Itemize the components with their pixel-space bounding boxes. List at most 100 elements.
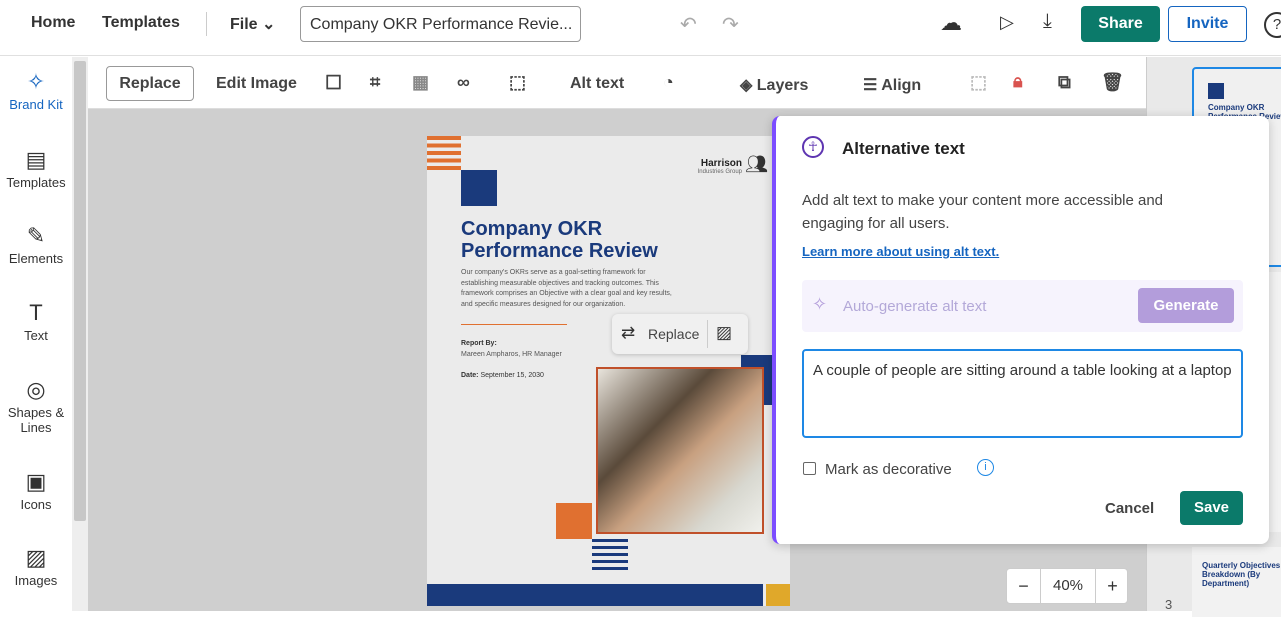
cancel-button[interactable]: Cancel xyxy=(1105,500,1154,517)
sidebar-label: Images xyxy=(14,573,58,588)
sidebar-label: Brand Kit xyxy=(9,97,63,112)
company-logo: Harrison Industries Group xyxy=(698,158,742,175)
sidebar-label: Text xyxy=(24,328,48,343)
sidebar-item-images[interactable]: ▨ Images xyxy=(0,545,72,588)
image-toolbar: Replace Edit Image ☐ ⌗ ▦ ∞ ⬚ Alt text ◔ … xyxy=(88,57,1146,109)
present-icon[interactable]: ▷ xyxy=(1000,12,1014,33)
edit-image-button[interactable]: Edit Image xyxy=(216,75,297,93)
home-link[interactable]: Home xyxy=(31,14,75,32)
popup-replace-button[interactable]: Replace xyxy=(648,326,699,342)
resize-icon[interactable]: ⬚ xyxy=(509,72,526,93)
orange-square xyxy=(556,503,592,539)
cloud-sync-icon[interactable]: ☁ xyxy=(940,10,962,36)
download-icon[interactable]: ⤓ xyxy=(1043,10,1052,33)
sidebar-item-icons[interactable]: ▣ Icons xyxy=(0,469,72,512)
title-line: Performance Review xyxy=(461,240,658,262)
border-icon[interactable]: ☐ xyxy=(325,72,342,95)
generate-button[interactable]: Generate xyxy=(1138,288,1234,323)
zoom-out-button[interactable]: − xyxy=(1007,569,1041,603)
dialog-description: Add alt text to make your content more a… xyxy=(802,192,1164,232)
sidebar-label: Templates xyxy=(6,175,66,190)
sidebar-item-brand-kit[interactable]: ✧ Brand Kit xyxy=(0,69,72,112)
replace-popup: ⇄ Replace ▨ xyxy=(612,314,748,354)
sidebar-label: Icons xyxy=(20,497,52,512)
sidebar-label: Elements xyxy=(8,251,64,266)
image-icon: ▨ xyxy=(25,545,47,570)
date: Date: September 15, 2030 xyxy=(461,372,544,379)
shapes-icon: ◎ xyxy=(26,377,46,402)
report-by-label: Report By: xyxy=(461,340,497,347)
swap-icon: ⇄ xyxy=(621,323,636,342)
briefcase-icon: ▣ xyxy=(25,469,47,494)
sidebar-item-text[interactable]: T Text xyxy=(0,300,72,343)
zoom-control: − 40% + xyxy=(1006,568,1128,604)
alt-text-button[interactable]: Alt text xyxy=(570,75,624,93)
document-title-input[interactable]: Company OKR Performance Revie... xyxy=(300,6,581,42)
people-icon: 👥︎ xyxy=(745,154,768,174)
divider xyxy=(461,324,567,325)
crop-icon[interactable]: ⌗ xyxy=(370,72,380,93)
edit-image-icon[interactable]: ▨ xyxy=(716,323,732,343)
alt-text-textarea[interactable]: A couple of people are sitting around a … xyxy=(802,349,1243,438)
delete-icon[interactable]: 🗑︎ xyxy=(1101,72,1124,93)
invite-button[interactable]: Invite xyxy=(1168,6,1247,42)
date-value: September 15, 2030 xyxy=(480,372,544,379)
align-label: Align xyxy=(881,77,922,94)
page-title: Company OKR Performance Review xyxy=(461,218,658,262)
elements-icon: ✎ xyxy=(26,223,46,248)
divider xyxy=(206,12,207,36)
page-body: Our company's OKRs serve as a goal-setti… xyxy=(461,269,672,308)
date-label: Date: xyxy=(461,372,479,379)
title-line: Company OKR xyxy=(461,218,603,240)
divider xyxy=(707,320,708,348)
file-menu[interactable]: File ⌄ xyxy=(230,14,275,34)
autogenerate-box: ✧ Auto-generate alt text Generate xyxy=(802,280,1243,332)
selected-photo[interactable] xyxy=(596,367,764,534)
templates-link[interactable]: Templates xyxy=(102,14,180,32)
templates-icon: ▤ xyxy=(25,147,47,172)
help-icon[interactable]: ? xyxy=(1264,12,1281,38)
animate-icon[interactable]: ◔ xyxy=(663,72,674,93)
align-button[interactable]: ☰ Align xyxy=(863,75,921,95)
sidebar-item-elements[interactable]: ✎ Elements xyxy=(0,223,72,266)
dialog-title: Alternative text xyxy=(842,139,965,158)
company-name: Harrison xyxy=(700,158,742,169)
redo-icon[interactable]: ↷ xyxy=(722,12,739,37)
learn-more-link[interactable]: Learn more about using alt text. xyxy=(802,244,999,259)
share-button[interactable]: Share xyxy=(1081,6,1160,42)
layers-button[interactable]: ◈ Layers xyxy=(740,75,808,95)
stripes-decoration xyxy=(427,136,461,170)
info-icon[interactable]: i xyxy=(977,459,994,476)
decorative-checkbox[interactable] xyxy=(803,462,816,475)
report-by: Mareen Ampharos, HR Manager xyxy=(461,351,562,358)
autogenerate-label: Auto-generate alt text xyxy=(843,298,987,315)
chevron-down-icon: ⌄ xyxy=(262,16,276,33)
lock-icon[interactable]: 🔒︎ xyxy=(1013,71,1023,92)
replace-button[interactable]: Replace xyxy=(106,66,194,101)
sidebar: ✧ Brand Kit ▤ Templates ✎ Elements T Text ◎ S… xyxy=(0,57,72,611)
navy-square xyxy=(461,170,497,206)
page-number: 3 xyxy=(1165,597,1173,612)
link-icon[interactable]: ∞ xyxy=(457,72,470,93)
sidebar-scrollbar[interactable] xyxy=(72,57,88,611)
magic-wand-icon: ✧ xyxy=(26,69,46,94)
save-button[interactable]: Save xyxy=(1180,491,1243,525)
thumb-title: Quarterly Objectives Breakdown (By Depar… xyxy=(1202,561,1281,588)
zoom-level[interactable]: 40% xyxy=(1041,569,1095,603)
file-label: File xyxy=(230,16,258,33)
sidebar-item-shapes[interactable]: ◎ Shapes & Lines xyxy=(0,377,72,435)
document-page[interactable]: Harrison Industries Group 👥︎ Company OKR… xyxy=(427,136,790,606)
navy-stripes xyxy=(592,539,628,571)
decorative-label[interactable]: Mark as decorative xyxy=(825,461,952,478)
footer-accent xyxy=(766,584,790,606)
undo-icon[interactable]: ↶ xyxy=(680,12,697,37)
duplicate-icon[interactable]: ⧉ xyxy=(1058,72,1071,93)
layers-label: Layers xyxy=(756,77,809,94)
transparency-icon[interactable]: ▦ xyxy=(412,72,429,93)
company-sub: Industries Group xyxy=(697,169,742,175)
group-icon[interactable]: ⬚ xyxy=(970,72,987,93)
sidebar-item-templates[interactable]: ▤ Templates xyxy=(0,147,72,190)
thumbnail-page-3[interactable]: Quarterly Objectives Breakdown (By Depar… xyxy=(1192,547,1281,617)
zoom-in-button[interactable]: + xyxy=(1095,569,1129,603)
thumb-square xyxy=(1208,83,1224,99)
